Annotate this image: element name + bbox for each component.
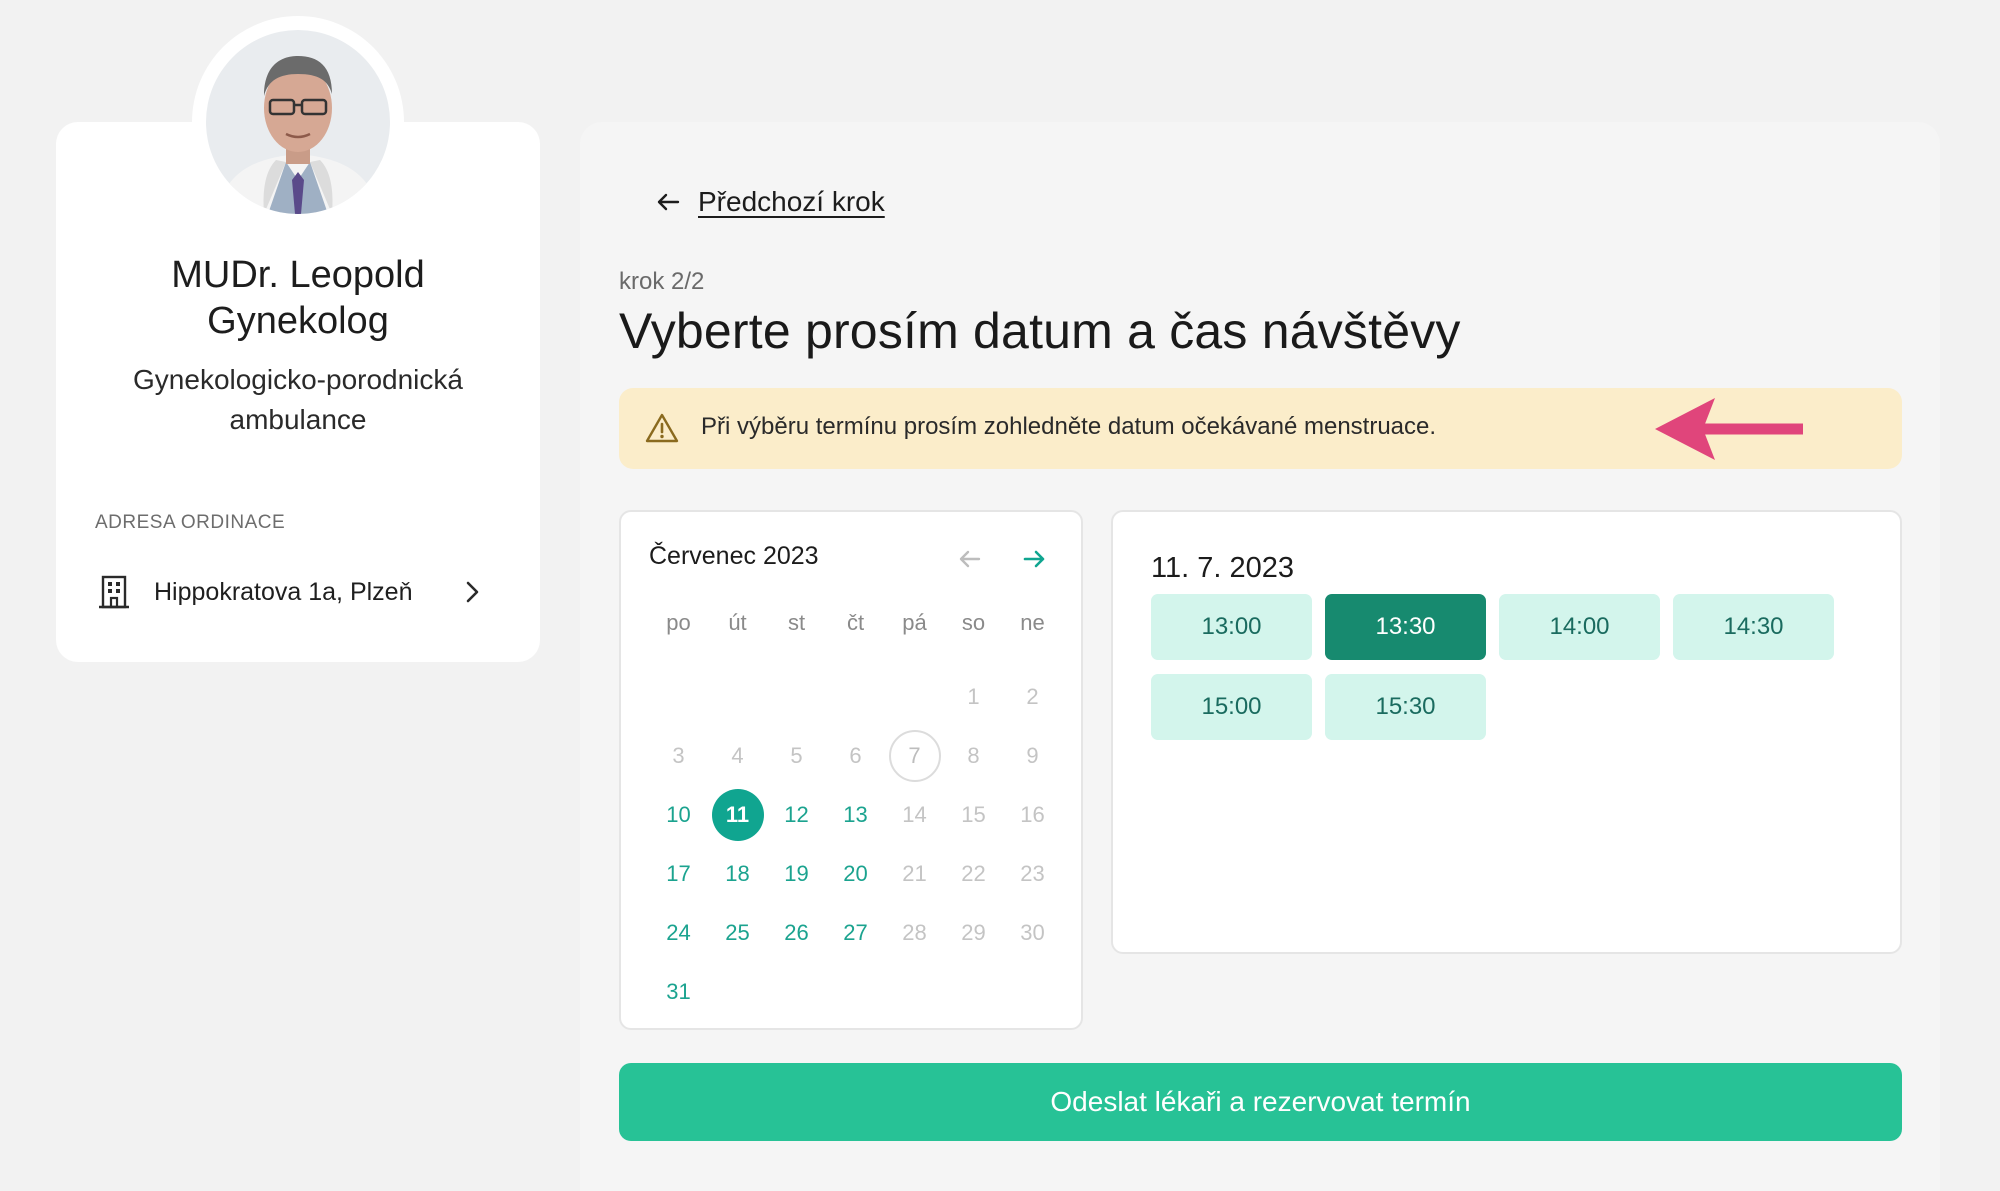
time-slot-button[interactable]: 14:00 xyxy=(1499,594,1660,660)
calendar-day[interactable]: 10 xyxy=(649,785,708,844)
alert-text: Při výběru termínu prosím zohledněte dat… xyxy=(701,413,1437,440)
calendar-day: 4 xyxy=(731,742,744,768)
weekday-label: po xyxy=(666,610,691,635)
calendar-blank xyxy=(708,667,767,726)
calendar-day: 5 xyxy=(790,742,803,768)
doctor-spec-line1: Gynekologicko-porodnická xyxy=(133,364,463,395)
time-slots-panel: 11. 7. 2023 13:00 13:30 14:00 14:30 15:00 15:… xyxy=(1111,510,1902,954)
calendar-day: 28 xyxy=(902,919,927,945)
calendar-grid: po út st čt pá so ne 1 2 3 4 5 6 7 8 9 10 11 12 13 14 15 16 17 1… xyxy=(649,608,1061,1021)
doctor-spec-line2: ambulance xyxy=(229,404,367,435)
submit-booking-button[interactable]: Odeslat lékaři a rezervovat termín xyxy=(619,1063,1902,1141)
time-slot-button[interactable]: 13:00 xyxy=(1151,594,1312,660)
time-slot-button[interactable]: 15:30 xyxy=(1325,674,1486,740)
calendar-day[interactable]: 24 xyxy=(649,903,708,962)
calendar-day: 14 xyxy=(902,801,927,827)
weekday-label: ne xyxy=(1020,610,1045,635)
arrow-left-icon xyxy=(657,193,680,211)
calendar-day[interactable]: 12 xyxy=(767,785,826,844)
calendar-day: 21 xyxy=(902,860,927,886)
calendar-blank xyxy=(649,667,708,726)
calendar-day: 1 xyxy=(967,683,980,709)
doctor-avatar xyxy=(206,30,390,214)
calendar-day: 6 xyxy=(849,742,862,768)
calendar-day: 9 xyxy=(1026,742,1039,768)
building-icon xyxy=(99,575,129,609)
weekday-label: čt xyxy=(846,610,865,635)
weekday-label: pá xyxy=(902,610,927,635)
doctor-specialization: Gynekologicko-porodnická ambulance xyxy=(56,360,540,440)
calendar-day[interactable]: 27 xyxy=(826,903,885,962)
time-slot-list: 13:00 13:30 14:00 14:30 15:00 15:30 xyxy=(1151,594,1871,740)
calendar-day: 8 xyxy=(967,742,980,768)
address-label: ADRESA ORDINACE xyxy=(95,512,286,533)
calendar-day[interactable]: 20 xyxy=(826,844,885,903)
calendar-day: 22 xyxy=(961,860,986,886)
chevron-right-icon xyxy=(466,581,479,603)
calendar-blank xyxy=(767,667,826,726)
doctor-photo-icon xyxy=(206,30,390,214)
calendar-day: 15 xyxy=(961,801,986,827)
time-slot-button[interactable]: 13:30 xyxy=(1325,594,1486,660)
calendar-day[interactable]: 11 xyxy=(708,785,767,844)
calendar-day[interactable]: 17 xyxy=(649,844,708,903)
doctor-name: MUDr. Leopold Gynekolog xyxy=(56,252,540,344)
arrow-left-icon[interactable] xyxy=(957,546,983,572)
calendar-day: 7 xyxy=(885,726,944,785)
address-text: Hippokratova 1a, Plzeň xyxy=(154,577,413,606)
time-slot-button[interactable]: 14:30 xyxy=(1673,594,1834,660)
calendar-day[interactable]: 13 xyxy=(826,785,885,844)
calendar-day: 30 xyxy=(1020,919,1045,945)
weekday-label: st xyxy=(787,610,806,635)
calendar-blank xyxy=(885,667,944,726)
calendar-day[interactable]: 18 xyxy=(708,844,767,903)
back-label: Předchozí krok xyxy=(698,186,885,217)
doctor-name-line2: Gynekolog xyxy=(207,300,389,342)
booking-page: MUDr. Leopold Gynekolog Gynekologicko-po… xyxy=(0,0,2000,1191)
calendar-day[interactable]: 26 xyxy=(767,903,826,962)
pink-arrow-icon xyxy=(1655,398,1803,460)
time-slot-button[interactable]: 15:00 xyxy=(1151,674,1312,740)
calendar-day[interactable]: 31 xyxy=(649,962,708,1021)
calendar-day: 3 xyxy=(672,742,685,768)
menstruation-alert: Při výběru termínu prosím zohledněte dat… xyxy=(619,388,1902,469)
calendar-day: 16 xyxy=(1020,801,1045,827)
step-indicator: krok 2/2 xyxy=(619,268,705,295)
calendar-month: Červenec 2023 xyxy=(649,542,819,570)
warning-icon xyxy=(645,413,679,443)
doctor-name-line1: MUDr. Leopold xyxy=(171,254,425,296)
back-button[interactable]: Předchozí krok xyxy=(654,182,885,222)
calendar-day: 2 xyxy=(1026,683,1039,709)
calendar: Červenec 2023 po út st čt pá so ne 1 2 3 4 5 6 7 8 9 10 1… xyxy=(619,510,1083,1030)
slots-date: 11. 7. 2023 xyxy=(1151,552,1294,584)
address-link[interactable]: Hippokratova 1a, Plzeň xyxy=(96,570,500,614)
calendar-day: 29 xyxy=(961,919,986,945)
page-title: Vyberte prosím datum a čas návštěvy xyxy=(619,303,1461,359)
calendar-day: 23 xyxy=(1020,860,1045,886)
calendar-blank xyxy=(826,667,885,726)
arrow-right-icon[interactable] xyxy=(1021,546,1047,572)
calendar-day[interactable]: 25 xyxy=(708,903,767,962)
weekday-label: út xyxy=(728,610,747,635)
weekday-label: so xyxy=(961,610,986,635)
calendar-day[interactable]: 19 xyxy=(767,844,826,903)
